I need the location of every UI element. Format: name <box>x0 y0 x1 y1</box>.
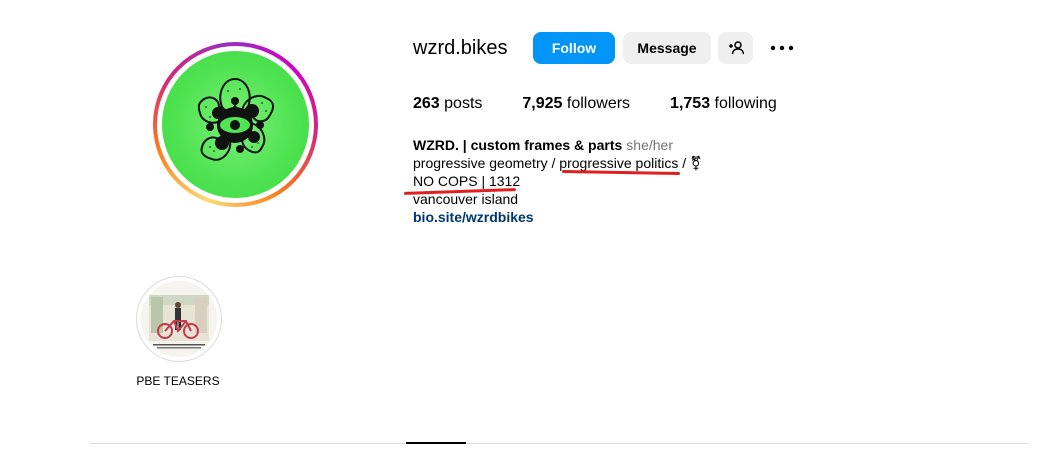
followers-count: 7,925 <box>522 95 563 112</box>
posts-count: 263 <box>413 95 440 112</box>
highlight-ring <box>136 276 222 362</box>
flower-eye-logo-icon <box>197 77 275 161</box>
following-label: following <box>714 95 777 112</box>
following-count: 1,753 <box>670 95 711 112</box>
add-user-icon <box>728 41 744 55</box>
followers-stat[interactable]: 7,925 followers <box>522 95 630 113</box>
profile-avatar-ring[interactable] <box>153 42 318 207</box>
tab-posts-active-indicator[interactable] <box>406 442 466 444</box>
avatar-ring-gap <box>157 46 314 203</box>
bio-text-politics: progressive politics <box>559 155 679 171</box>
bio-name-line: WZRD. | custom frames & parts she/her <box>413 136 702 154</box>
message-button[interactable]: Message <box>623 32 711 64</box>
bike-photo-icon <box>141 281 217 357</box>
following-stat[interactable]: 1,753 following <box>670 95 777 113</box>
bio-text-symbol: / ⚧ <box>678 155 702 171</box>
more-options-icon <box>770 45 794 51</box>
followers-label: followers <box>566 95 631 112</box>
bio-text-geometry: progressive geometry / <box>413 155 560 171</box>
avatar <box>162 51 309 198</box>
highlight-label: PBE TEASERS <box>136 374 220 388</box>
profile-bio: WZRD. | custom frames & parts she/her pro… <box>413 136 702 226</box>
posts-stat: 263 posts <box>413 95 482 113</box>
profile-username[interactable]: wzrd.bikes <box>413 37 507 60</box>
story-highlight[interactable] <box>136 276 222 362</box>
follow-button[interactable]: Follow <box>533 32 615 64</box>
profile-stats: 263 posts 7,925 followers 1,753 followin… <box>413 95 817 113</box>
bio-line-2: NO COPS | 1312 <box>413 173 521 189</box>
more-options-button[interactable] <box>770 38 794 58</box>
bio-link[interactable]: bio.site/wzrdbikes <box>413 209 534 225</box>
profile-display-name: WZRD. | custom frames & parts <box>413 137 623 153</box>
bio-line-1: progressive geometry / progressive polit… <box>413 154 702 172</box>
posts-label: posts <box>444 95 483 112</box>
highlight-thumbnail <box>141 281 217 357</box>
tab-bar-divider <box>90 443 1028 444</box>
profile-pronouns: she/her <box>626 137 673 153</box>
suggest-user-button[interactable] <box>718 32 753 64</box>
